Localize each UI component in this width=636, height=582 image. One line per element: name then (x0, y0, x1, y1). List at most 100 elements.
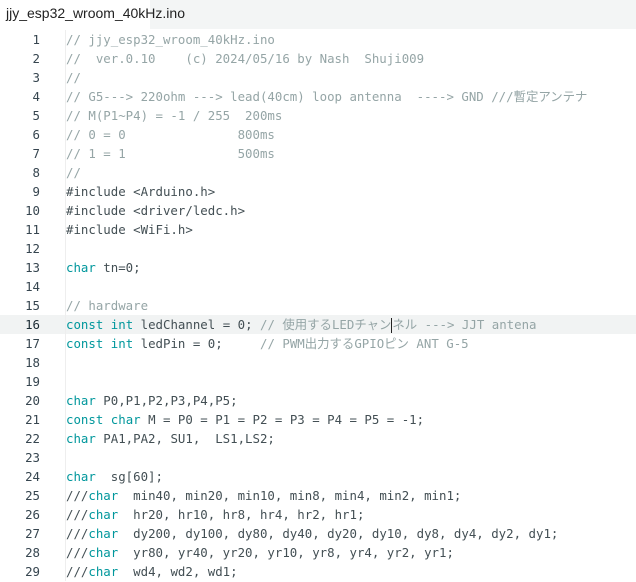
keyword-token: char (88, 507, 119, 522)
code-line[interactable]: 5 // M(P1~P4) = -1 / 255 200ms (0, 106, 636, 125)
code-token: hr20, hr10, hr8, hr4, hr2, hr1; (118, 507, 365, 522)
code-line[interactable]: 16 const int ledChannel = 0; // 使用するLEDチャ… (0, 315, 636, 334)
code-line[interactable]: 4 // G5---> 220ohm ---> lead(40cm) loop a… (0, 87, 636, 106)
code-token: /// (66, 564, 89, 579)
code-token: tn=0; (95, 260, 141, 275)
line-code: // ver.0.10 (c) 2024/05/16 by Nash Shuji… (65, 49, 424, 68)
code-token: #include <Arduino.h> (66, 184, 216, 199)
code-line[interactable]: 24 char sg[60]; (0, 467, 636, 486)
code-line[interactable]: 19 (0, 372, 636, 391)
code-line[interactable]: 29 ///char wd4, wd2, wd1; (0, 562, 636, 581)
keyword-token: char (66, 260, 96, 275)
code-line[interactable]: 23 (0, 448, 636, 467)
line-code: ///char hr20, hr10, hr8, hr4, hr2, hr1; (65, 505, 364, 524)
line-code: const int ledPin = 0; // PWM出力するGPIOピン A… (65, 334, 469, 353)
line-code: // hardware (65, 296, 148, 315)
comment-token: // 1 = 1 500ms (66, 146, 275, 161)
line-number: 9 (32, 184, 40, 199)
line-code: // jjy_esp32_wroom_40kHz.ino (65, 30, 275, 49)
keyword-token: const (66, 317, 104, 332)
code-line[interactable]: 15 // hardware (0, 296, 636, 315)
line-number: 5 (32, 108, 40, 123)
code-line[interactable]: 28 ///char yr80, yr40, yr20, yr10, yr8, y… (0, 543, 636, 562)
keyword-token: const (66, 412, 104, 427)
line-number: 28 (25, 545, 40, 560)
keyword-token: char (66, 431, 96, 446)
line-code: const int ledChannel = 0; // 使用するLEDチャンネ… (65, 315, 537, 334)
code-line[interactable]: 3 // (0, 68, 636, 87)
code-line[interactable]: 17 const int ledPin = 0; // PWM出力するGPIOピン… (0, 334, 636, 353)
code-token: /// (66, 507, 89, 522)
line-number: 2 (32, 51, 40, 66)
line-number: 7 (32, 146, 40, 161)
keyword-token: char (88, 526, 119, 541)
code-token: #include <driver/ledc.h> (66, 203, 246, 218)
code-line[interactable]: 7 // 1 = 1 500ms (0, 144, 636, 163)
line-code: // G5---> 220ohm ---> lead(40cm) loop an… (65, 87, 587, 106)
code-token: /// (66, 526, 89, 541)
line-number: 3 (32, 70, 40, 85)
code-token: wd4, wd2, wd1; (118, 564, 238, 579)
line-number: 10 (25, 203, 40, 218)
code-token: sg[60]; (95, 469, 163, 484)
code-line[interactable]: 27 ///char dy200, dy100, dy80, dy40, dy20… (0, 524, 636, 543)
code-line[interactable]: 8 // (0, 163, 636, 182)
line-number: 24 (25, 469, 40, 484)
code-token: yr80, yr40, yr20, yr10, yr8, yr4, yr2, y… (118, 545, 454, 560)
line-code (65, 372, 66, 391)
code-line[interactable]: 13 char tn=0; (0, 258, 636, 277)
code-line[interactable]: 9 #include <Arduino.h> (0, 182, 636, 201)
code-token: P0,P1,P2,P3,P4,P5; (95, 393, 238, 408)
code-token: ledPin = 0; (133, 336, 260, 351)
line-code: char PA1,PA2, SU1, LS1,LS2; (65, 429, 275, 448)
code-line[interactable]: 26 ///char hr20, hr10, hr8, hr4, hr2, hr1… (0, 505, 636, 524)
comment-token: // G5---> 220ohm ---> lead(40cm) loop an… (66, 89, 588, 104)
code-token: /// (66, 488, 89, 503)
comment-token: ネル ---> JJT antena (392, 317, 537, 332)
code-line[interactable]: 1 // jjy_esp32_wroom_40kHz.ino (0, 30, 636, 49)
line-code (65, 448, 66, 467)
code-line[interactable]: 2 // ver.0.10 (c) 2024/05/16 by Nash Shuj… (0, 49, 636, 68)
code-editor[interactable]: 1 // jjy_esp32_wroom_40kHz.ino 2 // ver.0.1… (0, 29, 636, 581)
code-line[interactable]: 10 #include <driver/ledc.h> (0, 201, 636, 220)
keyword-token: int (110, 317, 134, 332)
comment-token: // 使用するLEDチャン (260, 317, 392, 332)
line-number: 29 (25, 564, 40, 579)
keyword-token: const (66, 336, 104, 351)
code-line[interactable]: 18 (0, 353, 636, 372)
code-line[interactable]: 11 #include <WiFi.h> (0, 220, 636, 239)
code-line[interactable]: 12 (0, 239, 636, 258)
line-number: 16 (25, 317, 40, 332)
line-number: 4 (32, 89, 40, 104)
code-token: PA1,PA2, SU1, LS1,LS2; (95, 431, 275, 446)
line-code: // 1 = 1 500ms (65, 144, 275, 163)
comment-token: // hardware (66, 298, 149, 313)
line-number: 26 (25, 507, 40, 522)
code-line[interactable]: 22 char PA1,PA2, SU1, LS1,LS2; (0, 429, 636, 448)
code-line[interactable]: 14 (0, 277, 636, 296)
code-line[interactable]: 21 const char M = P0 = P1 = P2 = P3 = P4 … (0, 410, 636, 429)
code-line[interactable]: 25 ///char min40, min20, min10, min8, min… (0, 486, 636, 505)
line-number: 17 (25, 336, 40, 351)
file-tab[interactable]: jjy_esp32_wroom_40kHz.ino (0, 0, 185, 29)
line-number: 8 (32, 165, 40, 180)
line-code: // 0 = 0 800ms (65, 125, 275, 144)
code-line[interactable]: 6 // 0 = 0 800ms (0, 125, 636, 144)
code-token: ledChannel = 0; (133, 317, 260, 332)
line-number: 11 (25, 222, 40, 237)
code-token: #include <WiFi.h> (66, 222, 193, 237)
line-number: 20 (25, 393, 40, 408)
keyword-token: char (88, 545, 119, 560)
line-number: 23 (25, 450, 40, 465)
line-code (65, 277, 66, 296)
line-number: 22 (25, 431, 40, 446)
code-line[interactable]: 20 char P0,P1,P2,P3,P4,P5; (0, 391, 636, 410)
comment-token: // M(P1~P4) = -1 / 255 200ms (66, 108, 283, 123)
line-code: char tn=0; (65, 258, 141, 277)
line-code (65, 239, 66, 258)
line-number: 6 (32, 127, 40, 142)
line-code: ///char min40, min20, min10, min8, min4,… (65, 486, 461, 505)
